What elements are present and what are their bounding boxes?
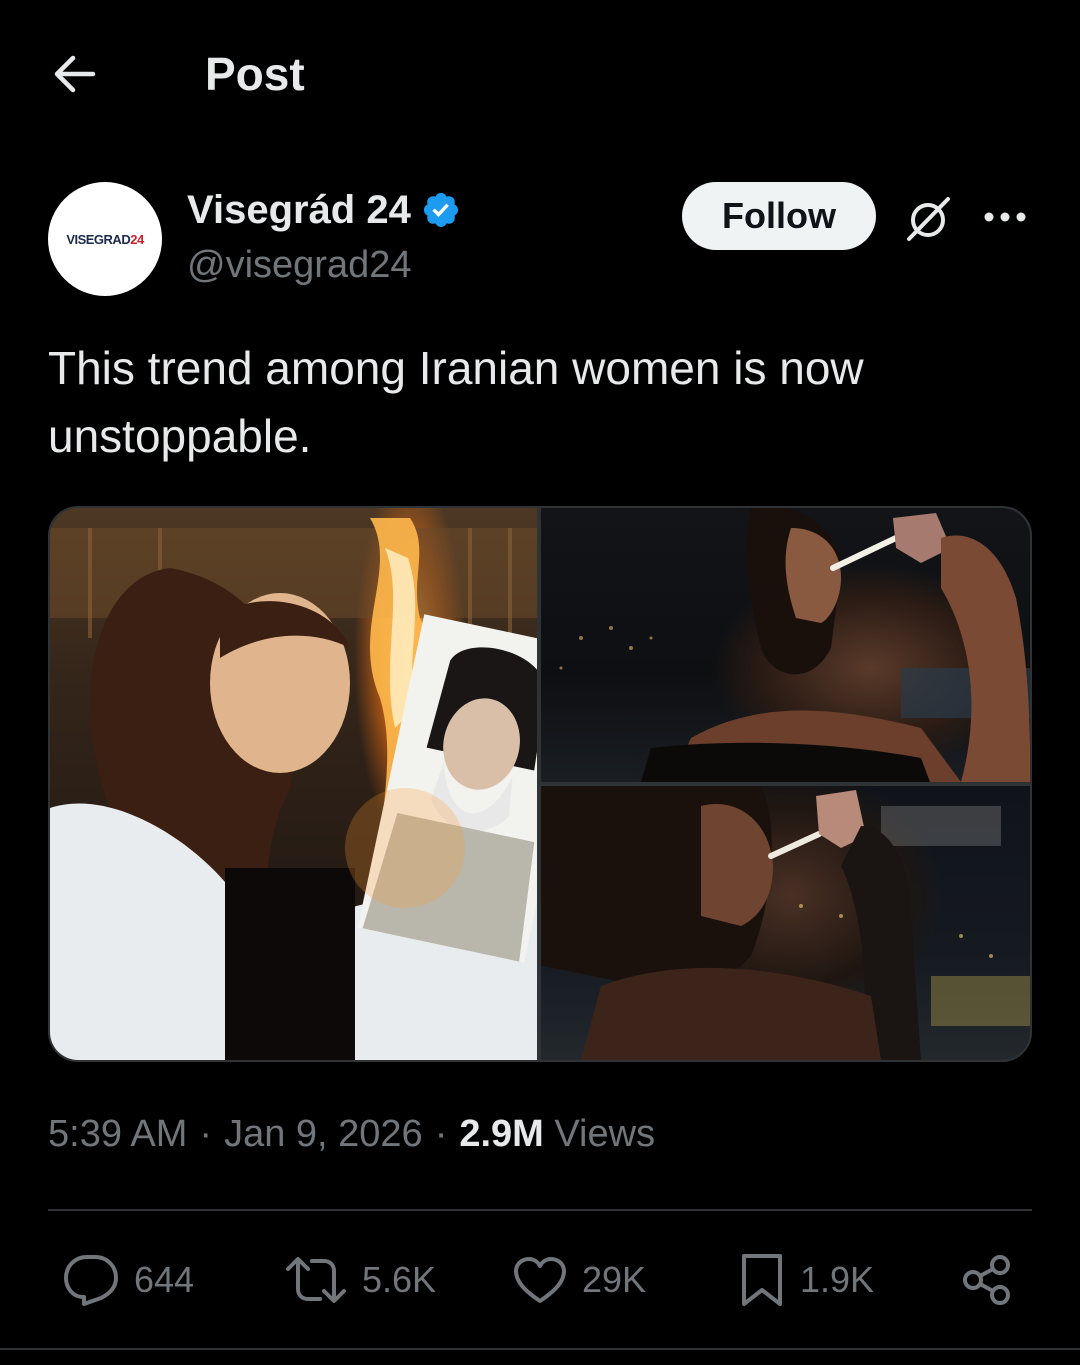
avatar[interactable]: VISEGRAD24	[48, 182, 162, 296]
bookmark-button[interactable]: 1.9K	[738, 1244, 874, 1316]
post-text: This trend among Iranian women is now un…	[48, 342, 864, 462]
divider	[48, 1209, 1032, 1211]
page-title: Post	[205, 48, 305, 100]
bookmark-count: 1.9K	[800, 1259, 875, 1300]
post-photo-2[interactable]	[541, 508, 1030, 782]
reply-icon	[64, 1255, 118, 1306]
grok-icon	[907, 197, 950, 241]
bottom-divider	[0, 1348, 1080, 1350]
post-time[interactable]: 5:39 AM	[48, 1110, 187, 1158]
post-date[interactable]: Jan 9, 2026	[224, 1110, 423, 1158]
views[interactable]: 2.9M Views	[459, 1110, 655, 1158]
like-count: 29K	[582, 1259, 647, 1300]
post-photo-3[interactable]	[541, 786, 1030, 1060]
like-button[interactable]: 29K	[512, 1244, 646, 1316]
back-button[interactable]	[48, 48, 100, 100]
views-count: 2.9M	[459, 1113, 544, 1155]
photo-1-illustration	[50, 518, 537, 1060]
repost-count: 5.6K	[362, 1259, 437, 1300]
media-grid	[48, 506, 1032, 1062]
grok-button[interactable]	[900, 190, 956, 246]
meta-separator: ·	[199, 1113, 213, 1155]
photo-2-illustration	[559, 508, 1030, 782]
heart-icon	[514, 1257, 566, 1303]
display-name[interactable]: Visegrád 24	[187, 186, 461, 234]
top-bar: Post	[0, 0, 1080, 150]
bookmark-icon	[742, 1254, 782, 1306]
post-author: VISEGRAD24 Visegrád 24 @visegrad24 Follo…	[48, 182, 1032, 302]
post-metadata: 5:39 AM · Jan 9, 2026 · 2.9M Views	[48, 1110, 655, 1158]
action-bar: 644 5.6K 29K 1.9K	[48, 1244, 1032, 1316]
share-button[interactable]	[960, 1244, 1014, 1316]
reply-count: 644	[134, 1259, 195, 1300]
repost-icon	[286, 1257, 346, 1303]
follow-button[interactable]: Follow	[682, 182, 876, 250]
share-icon	[963, 1255, 1010, 1305]
handle[interactable]: @visegrad24	[187, 242, 411, 288]
repost-button[interactable]: 5.6K	[284, 1244, 436, 1316]
photo-3-illustration	[541, 786, 1030, 1060]
meta-separator: ·	[434, 1113, 448, 1155]
verified-badge-icon	[423, 192, 458, 228]
post-photo-1[interactable]	[50, 508, 537, 1060]
avatar-logo-text: VISEGRAD24	[66, 231, 144, 247]
reply-button[interactable]: 644	[62, 1244, 194, 1316]
more-options-button[interactable]	[978, 192, 1032, 242]
views-label: Views	[554, 1113, 656, 1155]
more-horizontal-icon	[984, 212, 1026, 222]
display-name-text: Visegrád 24	[187, 188, 411, 232]
arrow-left-icon	[54, 55, 96, 93]
